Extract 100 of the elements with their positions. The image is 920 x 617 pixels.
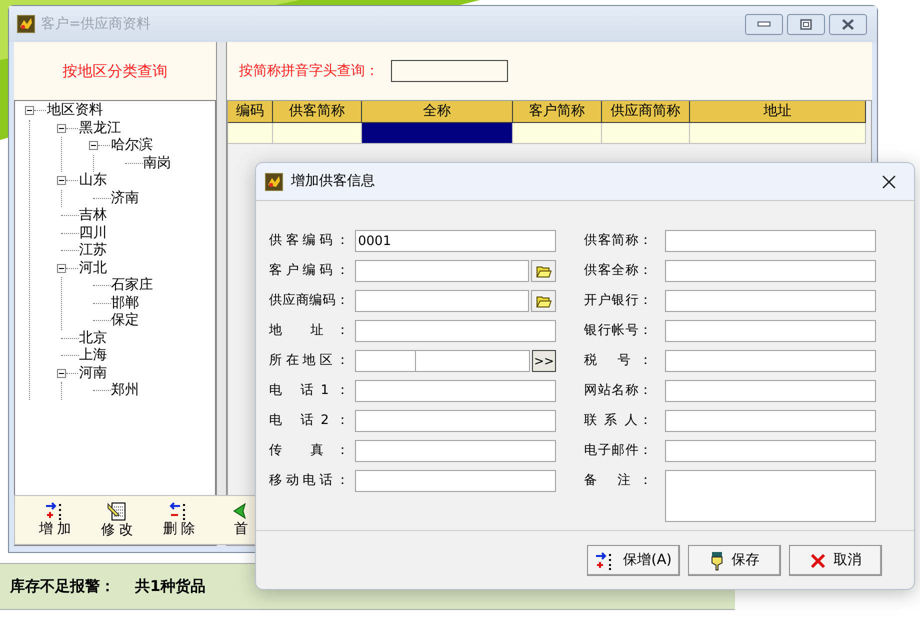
alert-message: 共1种货品: [135, 576, 206, 598]
field-label: 供客编码：: [269, 232, 349, 250]
panel-title: 按地区分类查询: [62, 60, 168, 82]
column-header[interactable]: 地址: [690, 101, 866, 123]
field-label: 移动电话：: [269, 472, 349, 490]
field-label: 客户编码：: [269, 262, 349, 280]
close-icon: [841, 18, 855, 30]
maximize-button[interactable]: [787, 14, 825, 34]
app-logo-icon: [265, 172, 283, 190]
tree-item[interactable]: 上海: [79, 347, 107, 364]
field-label: 电 话2：: [269, 412, 349, 430]
tree-item[interactable]: 保定: [111, 312, 139, 330]
splitter[interactable]: [216, 42, 227, 546]
text-field[interactable]: [665, 440, 876, 462]
search-field[interactable]: [391, 60, 508, 82]
text-field[interactable]: [355, 260, 529, 282]
folder-icon: [536, 294, 552, 308]
text-field[interactable]: [665, 230, 876, 252]
text-field[interactable]: [355, 470, 556, 492]
collapse-icon[interactable]: [89, 141, 98, 150]
text-field[interactable]: [355, 320, 556, 342]
dialog-button[interactable]: 保增(A): [587, 545, 680, 576]
field-label: 所在地区：: [269, 352, 349, 370]
field-label: 备 注：: [584, 472, 652, 490]
dialog-title: 增加供客信息: [291, 172, 375, 191]
column-header[interactable]: 客户简称: [513, 101, 602, 123]
app-logo-icon: [17, 15, 35, 33]
field-label: 供客简称：: [584, 232, 652, 250]
text-field[interactable]: [355, 380, 556, 402]
tree-item[interactable]: 四川: [79, 224, 107, 242]
alert-label: 库存不足报警：: [10, 576, 115, 598]
field-label: 电 话1：: [269, 382, 349, 400]
text-field[interactable]: [355, 410, 556, 432]
field-label: 传 真：: [269, 442, 349, 460]
collapse-icon[interactable]: [57, 264, 66, 273]
table-cell[interactable]: [602, 123, 690, 144]
browse-button[interactable]: [531, 260, 556, 282]
tree-item[interactable]: 河北: [79, 260, 107, 277]
toolbar-button[interactable]: 删 除: [155, 498, 203, 542]
collapse-icon[interactable]: [57, 368, 66, 378]
field-label: 联 系 人：: [584, 412, 652, 430]
tree-item[interactable]: 济南: [111, 190, 139, 207]
field-label: 银行帐号：: [584, 322, 652, 340]
table-cell[interactable]: [273, 123, 362, 144]
maximize-icon: [800, 18, 812, 30]
tree-item[interactable]: 地区资料: [47, 102, 103, 120]
tree-item[interactable]: 黑龙江: [79, 120, 121, 137]
text-field[interactable]: [665, 350, 876, 372]
table-cell[interactable]: [513, 123, 602, 144]
tree-item[interactable]: 南岗: [143, 154, 171, 172]
text-field[interactable]: [665, 410, 876, 432]
browse-button[interactable]: [531, 290, 556, 312]
text-field[interactable]: [665, 380, 876, 402]
table-cell[interactable]: [362, 123, 513, 144]
text-field[interactable]: [355, 440, 556, 462]
tree-item[interactable]: 江苏: [79, 242, 107, 260]
tree-item[interactable]: 石家庄: [111, 277, 153, 294]
field-label: 税 号：: [584, 352, 652, 370]
tree-item[interactable]: 郑州: [111, 382, 139, 400]
collapse-icon[interactable]: [25, 106, 34, 116]
text-field[interactable]: 0001: [355, 230, 556, 252]
tree-item[interactable]: 山东: [79, 172, 107, 190]
toolbar-button[interactable]: 修 改: [93, 498, 141, 542]
collapse-icon[interactable]: [57, 176, 66, 186]
field-label: 开户银行：: [584, 292, 652, 310]
window-title: 客户=供应商资料: [41, 14, 151, 34]
tree-item[interactable]: 北京: [79, 330, 107, 347]
field-label: 供客全称：: [584, 262, 652, 280]
text-field[interactable]: [355, 290, 529, 312]
more-button[interactable]: >>: [532, 350, 556, 372]
region-field[interactable]: [355, 350, 530, 372]
table-cell[interactable]: [228, 123, 273, 144]
field-label: 供应商编码：: [269, 292, 349, 310]
tree-item[interactable]: 哈尔滨: [111, 137, 153, 154]
column-header[interactable]: 全称: [362, 101, 513, 123]
search-label: 按简称拼音字头查询：: [239, 62, 379, 80]
close-icon: [810, 552, 826, 568]
close-icon: [882, 174, 896, 188]
column-header[interactable]: 供应商简称: [602, 101, 690, 123]
field-label: 网站名称：: [584, 382, 652, 400]
minimize-icon: [757, 21, 771, 27]
table-cell[interactable]: [690, 123, 866, 144]
text-field[interactable]: [665, 320, 876, 342]
text-field[interactable]: [665, 290, 876, 312]
text-field[interactable]: [665, 260, 876, 282]
tree-item[interactable]: 吉林: [79, 207, 107, 224]
notes-field[interactable]: [665, 470, 876, 522]
toolbar-button[interactable]: 增 加: [31, 498, 79, 542]
column-header[interactable]: 编码: [228, 101, 273, 123]
tree-item[interactable]: 邯郸: [111, 294, 139, 312]
minimize-button[interactable]: [745, 14, 783, 34]
folder-icon: [536, 264, 552, 278]
tree-item[interactable]: 河南: [79, 364, 107, 382]
field-label: 地 址：: [269, 322, 349, 340]
field-label: 电子邮件：: [584, 442, 652, 460]
column-header[interactable]: 供客简称: [273, 101, 362, 123]
dialog-button[interactable]: 取消: [789, 545, 882, 576]
collapse-icon[interactable]: [57, 124, 66, 133]
document-pencil-icon: [107, 501, 127, 521]
dialog-button[interactable]: 保存: [688, 545, 781, 576]
